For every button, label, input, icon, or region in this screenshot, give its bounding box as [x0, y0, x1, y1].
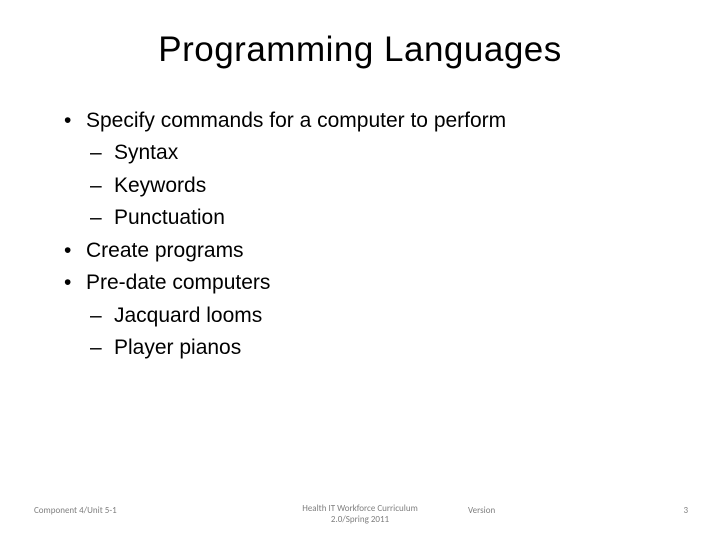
sub-bullet-list: Syntax Keywords Punctuation	[86, 138, 662, 233]
sub-bullet-item: Player pianos	[86, 333, 662, 363]
bullet-item: Create programs	[58, 236, 662, 266]
sub-bullet-item: Jacquard looms	[86, 301, 662, 331]
bullet-text: Pre-date computers	[86, 271, 270, 294]
footer-center: Health IT Workforce Curriculum 2.0/Sprin…	[0, 504, 720, 526]
footer-center-line1: Health IT Workforce Curriculum	[302, 503, 418, 514]
sub-bullet-text: Keywords	[114, 174, 206, 197]
sub-bullet-text: Jacquard looms	[114, 304, 262, 327]
bullet-list: Specify commands for a computer to perfo…	[58, 106, 662, 364]
sub-bullet-text: Syntax	[114, 141, 178, 164]
slide-content: Specify commands for a computer to perfo…	[58, 106, 662, 364]
bullet-text: Create programs	[86, 239, 244, 262]
sub-bullet-item: Punctuation	[86, 203, 662, 233]
sub-bullet-item: Keywords	[86, 171, 662, 201]
sub-bullet-text: Punctuation	[114, 206, 225, 229]
footer-page-number: 3	[683, 505, 688, 516]
slide: Programming Languages Specify commands f…	[0, 0, 720, 540]
sub-bullet-list: Jacquard looms Player pianos	[86, 301, 662, 364]
bullet-item: Pre-date computers Jacquard looms Player…	[58, 268, 662, 363]
slide-title: Programming Languages	[58, 30, 662, 70]
sub-bullet-text: Player pianos	[114, 336, 241, 359]
sub-bullet-item: Syntax	[86, 138, 662, 168]
bullet-item: Specify commands for a computer to perfo…	[58, 106, 662, 234]
bullet-text: Specify commands for a computer to perfo…	[86, 109, 506, 132]
footer-center-line2: 2.0/Spring 2011	[331, 514, 389, 525]
footer-version: Version	[468, 505, 495, 516]
